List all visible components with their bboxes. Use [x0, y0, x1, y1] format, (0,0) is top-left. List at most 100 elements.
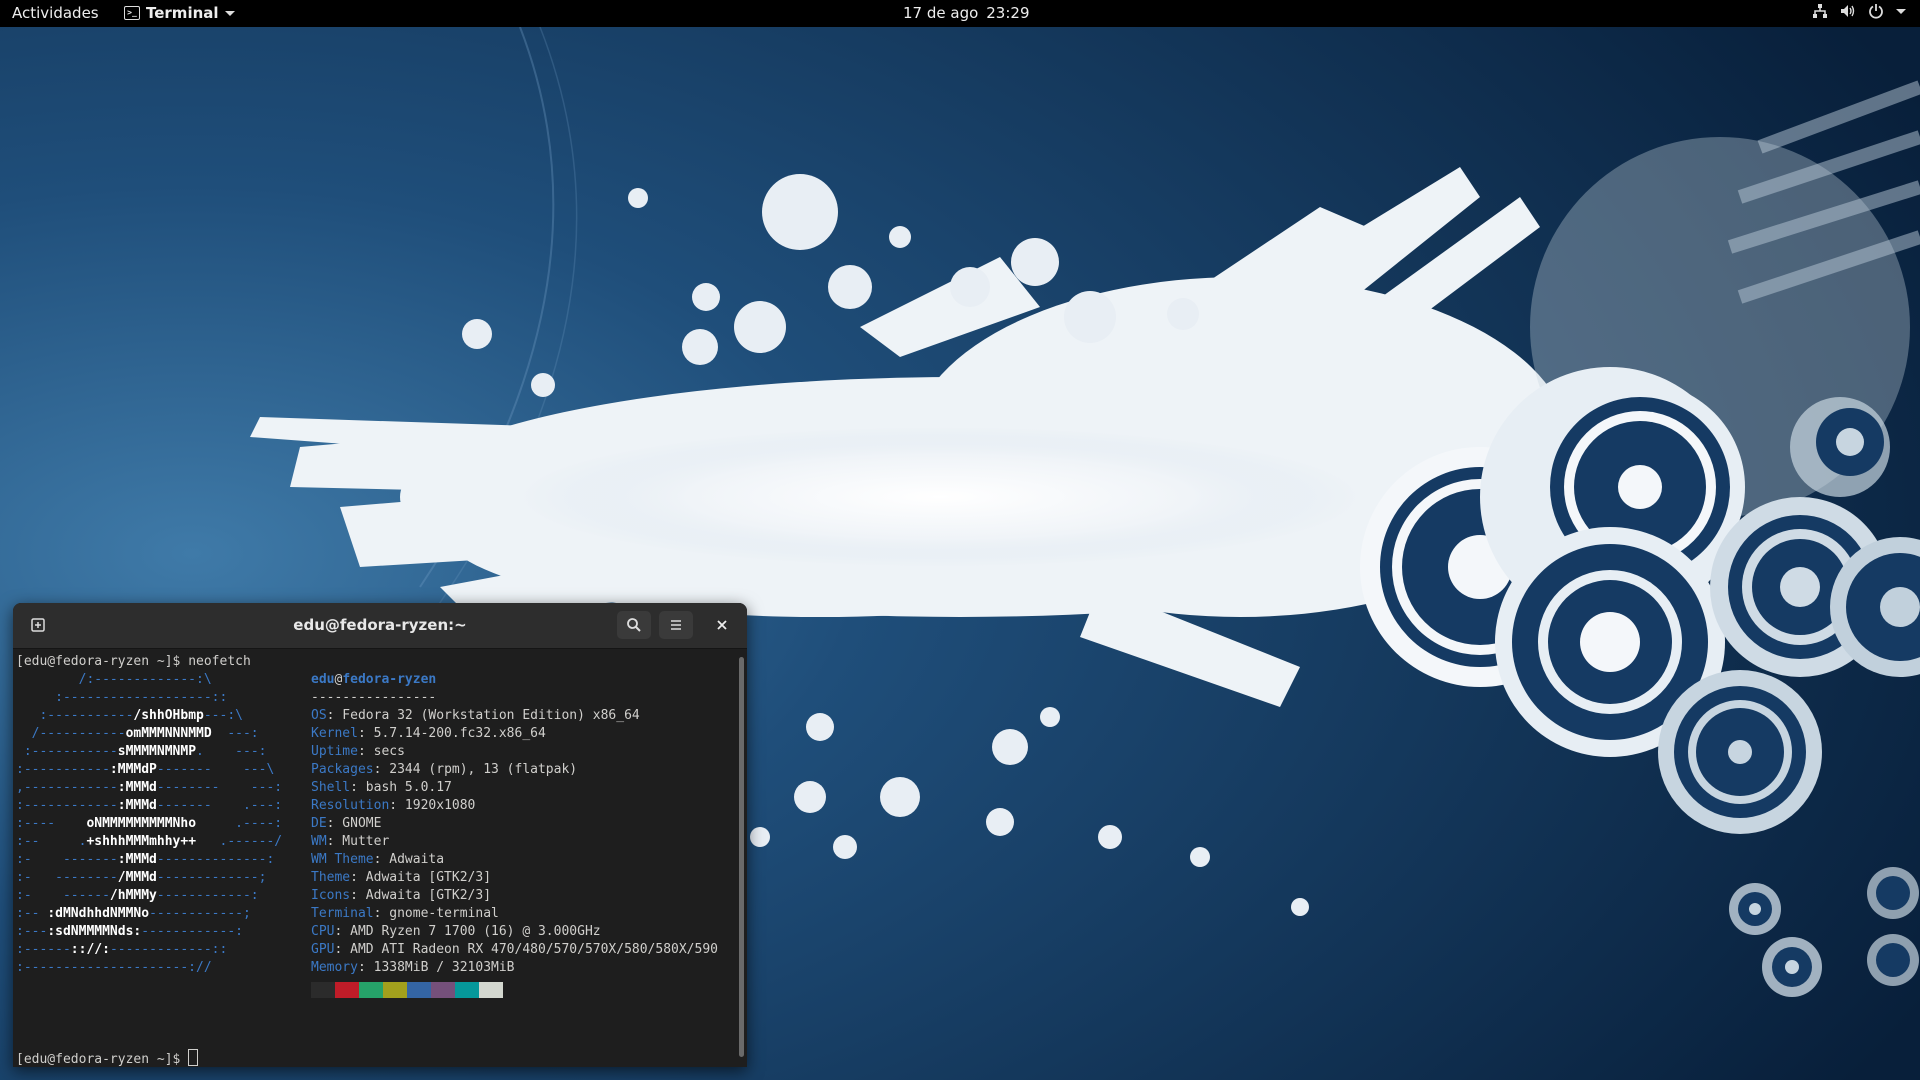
info-value: : AMD Ryzen 7 1700 (16) @ 3.000GHz	[334, 924, 601, 939]
info-key: Memory	[311, 960, 358, 975]
command-line: [edu@fedora-ryzen ~]$ neofetch	[16, 653, 251, 671]
color-palette	[311, 982, 503, 998]
prompt: [edu@fedora-ryzen ~]$	[16, 654, 189, 669]
info-value: : Adwaita	[373, 852, 445, 867]
color-swatch	[479, 982, 503, 998]
search-button[interactable]	[617, 611, 651, 639]
chevron-down-icon	[1896, 8, 1906, 14]
system-tray[interactable]	[1812, 3, 1906, 19]
terminal-titlebar[interactable]: edu@fedora-ryzen:~	[13, 603, 747, 649]
info-value: : 1338MiB / 32103MiB	[357, 960, 515, 975]
logo-line: /-----------omMMMNNNMMD ---:	[16, 726, 259, 741]
app-menu-label: Terminal	[146, 4, 219, 22]
terminal-window[interactable]: edu@fedora-ryzen:~ [edu@fedora-ryzen ~]$…	[13, 603, 747, 1067]
info-key: CPU	[311, 924, 335, 939]
color-swatch	[407, 982, 431, 998]
color-swatch	[311, 982, 335, 998]
logo-line: /:-------------:\	[16, 672, 212, 687]
activities-button[interactable]: Actividades	[12, 4, 99, 22]
info-line: Kernel: 5.7.14-200.fc32.x86_64	[311, 725, 546, 743]
clock-time: 23:29	[986, 4, 1030, 22]
terminal-output[interactable]: [edu@fedora-ryzen ~]$ neofetch /:-------…	[13, 649, 747, 1067]
info-line: WM Theme: Adwaita	[311, 851, 444, 869]
info-key: Shell	[311, 780, 351, 795]
info-line: OS: Fedora 32 (Workstation Edition) x86_…	[311, 707, 640, 725]
info-line: Icons: Adwaita [GTK2/3]	[311, 887, 491, 905]
info-line: WM: Mutter	[311, 833, 389, 851]
scrollbar[interactable]	[739, 657, 744, 1057]
color-swatch	[455, 982, 479, 998]
volume-icon	[1841, 5, 1855, 17]
info-line: Uptime: secs	[311, 743, 405, 761]
info-key: Terminal	[311, 906, 374, 921]
info-key: Resolution	[311, 798, 390, 813]
info-line: DE: GNOME	[311, 815, 381, 833]
text-cursor	[188, 1049, 199, 1066]
info-value: : Mutter	[326, 834, 390, 849]
info-key: OS	[311, 708, 327, 723]
info-key: GPU	[311, 942, 335, 957]
info-value: : secs	[357, 744, 405, 759]
logo-line: :-------------------::	[16, 690, 228, 705]
info-key: DE	[311, 816, 327, 831]
info-key: Icons	[311, 888, 351, 903]
clock-button[interactable]: 17 de ago 23:29	[903, 4, 1030, 22]
close-button[interactable]	[705, 611, 739, 639]
info-value: : GNOME	[326, 816, 382, 831]
info-line: Shell: bash 5.0.17	[311, 779, 452, 797]
info-value: : Adwaita [GTK2/3]	[350, 870, 492, 885]
color-swatch	[383, 982, 407, 998]
logo-line: :---------------------://	[16, 960, 212, 975]
separator: ----------------	[311, 690, 437, 705]
color-swatch	[335, 982, 359, 998]
info-value: : gnome-terminal	[373, 906, 499, 921]
info-value: : 5.7.14-200.fc32.x86_64	[357, 726, 546, 741]
info-key: WM Theme	[311, 852, 374, 867]
top-bar: Actividades >_ Terminal 17 de ago 23:29	[0, 0, 1920, 27]
logo-line: :- --------/MMMd-------------;	[16, 870, 267, 885]
clock-date: 17 de ago	[903, 4, 979, 22]
logo-line: :-----------:MMMdP------- ---\	[16, 762, 275, 777]
info-value: : AMD ATI Radeon RX 470/480/570/570X/580…	[334, 942, 718, 957]
logo-line: :---:sdNMMMMNds:------------:	[16, 924, 243, 939]
logo-line: :-----------/shhOHbmp---:\	[16, 708, 243, 723]
info-line: Theme: Adwaita [GTK2/3]	[311, 869, 491, 887]
power-icon	[1869, 4, 1883, 19]
info-value: : Fedora 32 (Workstation Edition) x86_64	[326, 708, 640, 723]
terminal-app-icon: >_	[124, 6, 140, 20]
app-menu-button[interactable]: >_ Terminal	[124, 4, 235, 22]
logo-line: :-- .+shhhMMMmhhy++ .------/	[16, 834, 283, 849]
search-icon	[627, 618, 641, 632]
info-key: Uptime	[311, 744, 358, 759]
prompt-line[interactable]: [edu@fedora-ryzen ~]$	[16, 1049, 199, 1067]
logo-line: :- ------/hMMMy------------:	[16, 888, 259, 903]
info-key: Theme	[311, 870, 351, 885]
network-icon	[1813, 4, 1827, 18]
close-icon	[717, 620, 727, 630]
info-line: GPU: AMD ATI Radeon RX 470/480/570/570X/…	[311, 941, 718, 959]
logo-line: ,------------:MMMd-------- ---:	[16, 780, 283, 795]
info-key: Packages	[311, 762, 374, 777]
info-line: Packages: 2344 (rpm), 13 (flatpak)	[311, 761, 577, 779]
info-key: Kernel	[311, 726, 358, 741]
info-value: : bash 5.0.17	[350, 780, 452, 795]
command: neofetch	[188, 654, 251, 669]
info-line: Terminal: gnome-terminal	[311, 905, 499, 923]
info-value: : 1920x1080	[389, 798, 476, 813]
chevron-down-icon	[224, 10, 235, 16]
hamburger-menu-icon	[671, 620, 681, 630]
user-host: edu@fedora-ryzen	[311, 672, 437, 687]
info-value: : Adwaita [GTK2/3]	[350, 888, 492, 903]
info-line: Resolution: 1920x1080	[311, 797, 475, 815]
info-line: CPU: AMD Ryzen 7 1700 (16) @ 3.000GHz	[311, 923, 601, 941]
logo-line: :- -------:MMMd--------------:	[16, 852, 275, 867]
color-swatch	[431, 982, 455, 998]
logo-line: :---- oNMMMMMMMMMNho .----:	[16, 816, 283, 831]
hamburger-menu-button[interactable]	[659, 611, 693, 639]
info-line: Memory: 1338MiB / 32103MiB	[311, 959, 515, 977]
logo-line: :-----------sMMMMNMNMP. ---:	[16, 744, 267, 759]
logo-line: :------:://:-------------::	[16, 942, 228, 957]
logo-line: :------------:MMMd------- .---:	[16, 798, 283, 813]
prompt: [edu@fedora-ryzen ~]$	[16, 1052, 189, 1067]
info-value: : 2344 (rpm), 13 (flatpak)	[373, 762, 578, 777]
